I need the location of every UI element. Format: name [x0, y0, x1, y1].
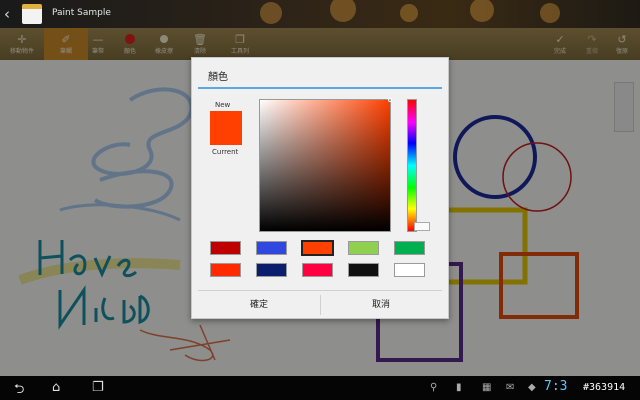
sd-card-icon: ▮ — [456, 382, 462, 393]
bokeh-decoration — [330, 0, 356, 22]
calendar-icon: ▦ — [482, 382, 491, 393]
cancel-button[interactable]: 取消 — [320, 291, 442, 319]
recent-apps-icon[interactable]: ❐ — [92, 380, 104, 395]
swatch-crimson[interactable] — [302, 263, 333, 277]
status-clock: 7:3 — [544, 379, 567, 394]
swatch-orange[interactable] — [302, 241, 333, 255]
color-picker-dialog: 顏色 New Current 確定 取消 — [191, 57, 449, 319]
swatch-navy[interactable] — [256, 263, 287, 277]
system-nav-bar: ⮌ ⌂ ❐ ⚲ ▮ ▦ ✉ ◆ 7:3 #363914 — [0, 376, 640, 400]
back-nav-icon[interactable]: ⮌ — [14, 380, 24, 400]
bokeh-decoration — [470, 0, 494, 22]
dialog-title: 顏色 — [208, 68, 228, 83]
swatch-green[interactable] — [394, 241, 425, 255]
dialog-button-bar: 確定 取消 — [198, 290, 442, 318]
app-icon — [22, 4, 42, 24]
title-bar: ‹ Paint Sample — [0, 0, 640, 28]
sv-marker[interactable] — [388, 98, 392, 102]
bokeh-decoration — [540, 3, 560, 23]
swatch-light-green[interactable] — [348, 241, 379, 255]
new-color-label: New — [215, 101, 230, 109]
color-preview — [210, 111, 242, 145]
ok-button[interactable]: 確定 — [198, 291, 320, 319]
hue-slider-handle[interactable] — [414, 222, 430, 231]
dropbox-icon: ◆ — [528, 382, 536, 393]
back-icon[interactable]: ‹ — [4, 5, 10, 23]
swatch-red[interactable] — [210, 263, 241, 277]
app-title: Paint Sample — [52, 8, 111, 18]
hue-slider[interactable] — [407, 99, 417, 232]
mail-icon: ✉ — [506, 382, 514, 393]
bokeh-decoration — [260, 2, 282, 24]
swatch-blue[interactable] — [256, 241, 287, 255]
current-color-label: Current — [212, 148, 238, 156]
home-icon[interactable]: ⌂ — [52, 380, 60, 395]
bokeh-decoration — [400, 4, 418, 22]
watermark-text: #363914 — [583, 382, 625, 393]
saturation-value-picker[interactable] — [259, 99, 391, 232]
usb-icon: ⚲ — [430, 382, 437, 393]
swatch-dark-red[interactable] — [210, 241, 241, 255]
swatch-white[interactable] — [394, 263, 425, 277]
title-divider — [198, 87, 442, 89]
swatch-black[interactable] — [348, 263, 379, 277]
